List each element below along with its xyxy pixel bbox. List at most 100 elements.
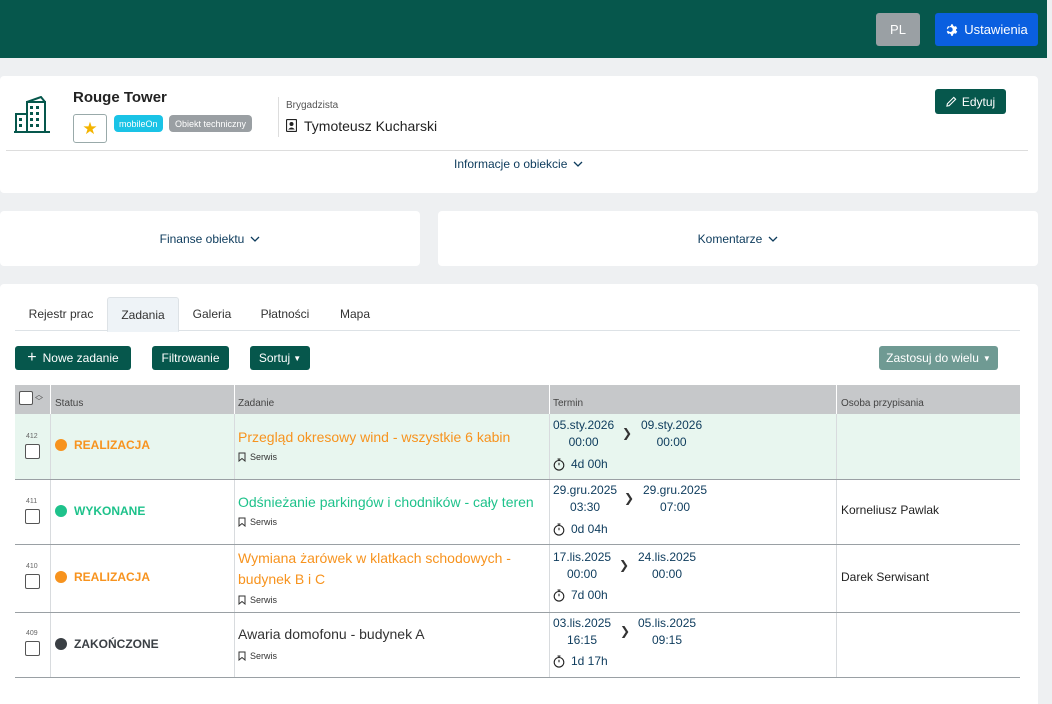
column-header-deadline[interactable]: Termin xyxy=(553,385,583,414)
start-datetime: 29.gru.2025 03:30 xyxy=(553,482,617,516)
status-dot xyxy=(55,439,67,451)
select-all-checkbox[interactable] xyxy=(19,391,33,405)
status-badge: REALIZACJA xyxy=(55,438,150,452)
row-checkbox[interactable] xyxy=(25,444,40,459)
task-title-link[interactable]: Wymiana żarówek w klatkach schodowych - … xyxy=(238,548,523,590)
task-category-label: Serwis xyxy=(250,452,278,462)
chevron-right-icon: ❯ xyxy=(619,558,630,572)
settings-button[interactable]: Ustawienia xyxy=(935,13,1038,46)
bookmark-icon xyxy=(238,595,246,605)
object-info-label: Informacje o obiekcie xyxy=(454,157,568,171)
language-button[interactable]: PL xyxy=(876,13,920,46)
status-label: REALIZACJA xyxy=(74,570,151,584)
row-checkbox[interactable] xyxy=(25,509,40,524)
foreman-label: Brygadzista xyxy=(286,100,339,111)
new-task-button[interactable]: + Nowe zadanie xyxy=(15,346,131,370)
row-checkbox[interactable] xyxy=(25,574,40,589)
start-time: 00:00 xyxy=(568,435,599,449)
star-icon: ★ xyxy=(82,118,98,138)
edit-label: Edytuj xyxy=(961,94,996,109)
task-title-link[interactable]: Przegląd okresowy wind - wszystkie 6 kab… xyxy=(238,427,528,448)
tab-work-log[interactable]: Rejestr prac xyxy=(15,297,107,331)
sort-icon[interactable]: ︿ ﹀ xyxy=(35,391,43,406)
task-number: 411 xyxy=(26,498,38,505)
table-row[interactable]: 409 ZAKOŃCZONE Awaria domofonu - budynek… xyxy=(15,613,1020,678)
task-category: Serwis xyxy=(238,452,277,462)
end-date: 05.lis.2025 xyxy=(638,616,697,630)
new-task-label: Nowe zadanie xyxy=(42,351,119,365)
start-date: 29.gru.2025 xyxy=(553,483,618,497)
task-category-label: Serwis xyxy=(250,517,278,527)
start-datetime: 05.sty.2026 00:00 xyxy=(553,417,614,451)
status-badge: WYKONANE xyxy=(55,504,145,518)
start-date: 05.sty.2026 xyxy=(553,418,615,432)
chevron-down-icon xyxy=(573,161,583,167)
start-time: 16:15 xyxy=(567,633,598,647)
edit-button[interactable]: Edytuj xyxy=(935,89,1006,114)
tab-gallery[interactable]: Galeria xyxy=(179,297,245,331)
end-time: 07:00 xyxy=(660,500,691,514)
favorite-star-button[interactable]: ★ xyxy=(73,114,107,143)
task-category: Serwis xyxy=(238,595,277,605)
caret-down-icon: ▼ xyxy=(293,353,302,363)
task-title-link[interactable]: Odśnieżanie parkingów i chodników - cały… xyxy=(238,492,538,513)
divider xyxy=(278,97,279,137)
row-checkbox[interactable] xyxy=(25,641,40,656)
stopwatch-icon xyxy=(553,457,565,471)
status-label: ZAKOŃCZONE xyxy=(74,637,159,651)
chevron-down-icon xyxy=(250,236,260,242)
end-date: 09.sty.2026 xyxy=(641,418,703,432)
end-datetime: 24.lis.2025 00:00 xyxy=(638,549,696,583)
duration: 7d 00h xyxy=(553,588,608,602)
start-time: 00:00 xyxy=(567,567,598,581)
end-datetime: 05.lis.2025 09:15 xyxy=(638,615,696,649)
tab-map[interactable]: Mapa xyxy=(325,297,385,331)
column-header-task[interactable]: Zadanie xyxy=(238,385,274,414)
finance-panel[interactable]: Finanse obiektu xyxy=(0,211,420,266)
table-row[interactable]: 412 REALIZACJA Przegląd okresowy wind - … xyxy=(15,414,1020,480)
bulk-apply-dropdown[interactable]: Zastosuj do wielu ▼ xyxy=(879,346,998,370)
task-title-link[interactable]: Awaria domofonu - budynek A xyxy=(238,624,528,645)
caret-down-icon: ▼ xyxy=(982,353,991,363)
pencil-icon xyxy=(946,96,957,107)
task-category-label: Serwis xyxy=(250,595,278,605)
table-row[interactable]: 410 REALIZACJA Wymiana żarówek w klatkac… xyxy=(15,545,1020,613)
building-icon xyxy=(14,96,50,133)
assignee: Korneliusz Pawlak xyxy=(841,503,940,517)
duration-label: 0d 04h xyxy=(571,522,608,536)
contact-card-icon xyxy=(286,119,297,132)
badge-mobileon: mobileOn xyxy=(114,115,163,132)
status-label: WYKONANE xyxy=(74,504,146,518)
object-name: Rouge Tower xyxy=(73,89,167,106)
table-row[interactable]: 411 WYKONANE Odśnieżanie parkingów i cho… xyxy=(15,480,1020,545)
table-header: ︿ ﹀ Status Zadanie Termin Osoba przypisan… xyxy=(15,385,1020,414)
sort-dropdown[interactable]: Sortuj ▼ xyxy=(250,346,310,370)
tab-bar: Rejestr prac Zadania Galeria Płatności M… xyxy=(15,297,1020,332)
duration: 1d 17h xyxy=(553,654,608,668)
badge-technical-object: Obiekt techniczny xyxy=(169,115,253,132)
column-header-status[interactable]: Status xyxy=(55,385,83,414)
end-time: 00:00 xyxy=(656,435,687,449)
bookmark-icon xyxy=(238,452,246,462)
comments-panel[interactable]: Komentarze xyxy=(438,211,1038,266)
status-badge: REALIZACJA xyxy=(55,570,150,584)
start-date: 17.lis.2025 xyxy=(553,550,612,564)
column-header-assignee[interactable]: Osoba przypisania xyxy=(841,385,924,414)
bulk-apply-label: Zastosuj do wielu xyxy=(886,351,979,365)
task-number: 409 xyxy=(26,630,38,637)
status-label: REALIZACJA xyxy=(74,438,151,452)
divider xyxy=(6,150,1028,151)
object-info-toggle[interactable]: Informacje o obiekcie xyxy=(454,157,583,171)
status-dot xyxy=(55,638,67,650)
start-date: 03.lis.2025 xyxy=(553,616,612,630)
tab-payments[interactable]: Płatności xyxy=(245,297,325,331)
end-date: 29.gru.2025 xyxy=(643,483,708,497)
chevron-down-icon xyxy=(768,236,778,242)
filter-button[interactable]: Filtrowanie xyxy=(152,346,229,370)
settings-label: Ustawienia xyxy=(964,22,1028,37)
plus-icon: + xyxy=(27,349,37,366)
duration-label: 4d 00h xyxy=(571,457,608,471)
status-dot xyxy=(55,571,67,583)
foreman-name: Tymoteusz Kucharski xyxy=(304,118,438,134)
tab-tasks[interactable]: Zadania xyxy=(107,297,179,332)
